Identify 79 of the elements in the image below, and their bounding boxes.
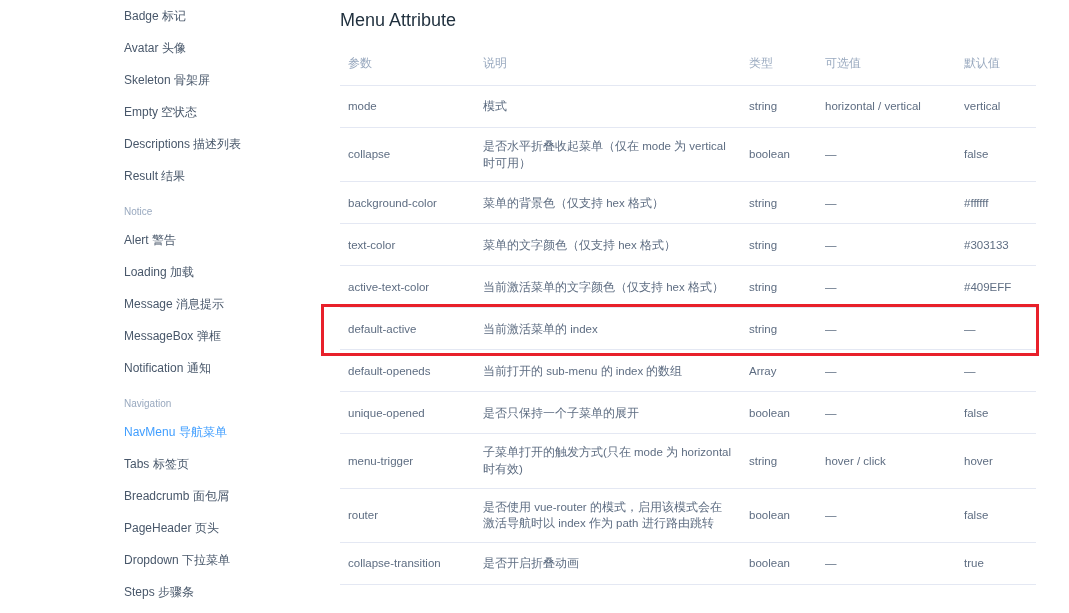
table-cell: collapse-transition xyxy=(340,543,475,586)
sidebar-item[interactable]: Skeleton 骨架屏 xyxy=(124,64,340,96)
table-cell: background-color xyxy=(340,182,475,225)
table-cell: boolean xyxy=(741,543,817,586)
table-cell: string xyxy=(741,224,817,267)
table-cell: 模式 xyxy=(475,86,741,128)
sidebar-item[interactable]: Breadcrumb 面包屑 xyxy=(124,480,340,512)
table-cell: default-active xyxy=(340,308,475,351)
section-title: Menu Attribute xyxy=(340,9,458,32)
table-cell: — xyxy=(817,266,956,309)
table-cell: 菜单的背景色（仅支持 hex 格式） xyxy=(475,182,741,225)
sidebar-item[interactable]: Steps 步骤条 xyxy=(124,576,340,608)
table-cell: — xyxy=(817,224,956,267)
table-cell: 是否只保持一个子菜单的展开 xyxy=(475,392,741,435)
table-cell: active-text-color xyxy=(340,266,475,309)
sidebar-item[interactable]: Badge 标记 xyxy=(124,0,340,32)
sidebar-item[interactable]: PageHeader 页头 xyxy=(124,512,340,544)
column-header: 类型 xyxy=(741,42,817,86)
table-cell: text-color xyxy=(340,224,475,267)
table-cell: — xyxy=(817,128,956,183)
sidebar-item[interactable]: Message 消息提示 xyxy=(124,288,340,320)
table-cell: hover xyxy=(956,434,1036,489)
table-cell: false xyxy=(956,392,1036,435)
sidebar-group-title: Navigation xyxy=(124,397,173,411)
table-cell: 是否使用 vue-router 的模式，启用该模式会在激活导航时以 index 作为 path 进行路由跳转 xyxy=(475,488,741,544)
table-cell: 菜单的文字颜色（仅支持 hex 格式） xyxy=(475,224,741,267)
column-header: 参数 xyxy=(340,42,475,86)
sidebar-item[interactable]: Descriptions 描述列表 xyxy=(124,128,340,160)
sidebar-item[interactable]: Loading 加载 xyxy=(124,256,340,288)
table-cell: horizontal / vertical xyxy=(817,86,956,128)
table-cell: #409EFF xyxy=(956,266,1036,309)
table-cell: false xyxy=(956,488,1036,544)
table-cell: string xyxy=(741,434,817,489)
table-cell: boolean xyxy=(741,128,817,183)
table-cell: boolean xyxy=(741,392,817,435)
table-cell: — xyxy=(817,308,956,351)
table-cell: string xyxy=(741,308,817,351)
table-cell: hover / click xyxy=(817,434,956,489)
table-cell: — xyxy=(956,350,1036,393)
sidebar-item[interactable]: Empty 空状态 xyxy=(124,96,340,128)
table-cell: 当前打开的 sub-menu 的 index 的数组 xyxy=(475,350,741,393)
table-cell: false xyxy=(956,128,1036,183)
sidebar-group-title: Notice xyxy=(124,205,154,219)
sidebar-item[interactable]: Result 结果 xyxy=(124,160,340,192)
sidebar-item[interactable]: Dropdown 下拉菜单 xyxy=(124,544,340,576)
sidebar-item[interactable]: Avatar 头像 xyxy=(124,32,340,64)
table-cell: — xyxy=(956,308,1036,351)
table-cell: 当前激活菜单的文字颜色（仅支持 hex 格式） xyxy=(475,266,741,309)
table-cell: string xyxy=(741,266,817,309)
table-cell: — xyxy=(817,488,956,544)
table-cell: string xyxy=(741,86,817,128)
table-cell: — xyxy=(817,392,956,435)
table-cell: — xyxy=(817,543,956,586)
table-cell: boolean xyxy=(741,488,817,544)
table-cell: true xyxy=(956,543,1036,586)
column-header: 说明 xyxy=(475,42,741,86)
column-header: 默认值 xyxy=(956,42,1036,86)
table-cell: 是否水平折叠收起菜单（仅在 mode 为 vertical 时可用） xyxy=(475,128,741,183)
table-cell: menu-trigger xyxy=(340,434,475,489)
table-cell: string xyxy=(741,182,817,225)
table-cell: 当前激活菜单的 index xyxy=(475,308,741,351)
table-cell: collapse xyxy=(340,128,475,183)
table-cell: vertical xyxy=(956,86,1036,128)
table-cell: router xyxy=(340,488,475,544)
sidebar-item[interactable]: Alert 警告 xyxy=(124,224,340,256)
sidebar-item[interactable]: Notification 通知 xyxy=(124,352,340,384)
table-cell: default-openeds xyxy=(340,350,475,393)
table-cell: 是否开启折叠动画 xyxy=(475,543,741,586)
table-cell: 子菜单打开的触发方式(只在 mode 为 horizontal 时有效) xyxy=(475,434,741,489)
table-cell: — xyxy=(817,182,956,225)
sidebar-item[interactable]: Tabs 标签页 xyxy=(124,448,340,480)
column-header: 可选值 xyxy=(817,42,956,86)
sidebar-item[interactable]: MessageBox 弹框 xyxy=(124,320,340,352)
table-cell: #ffffff xyxy=(956,182,1036,225)
table-cell: #303133 xyxy=(956,224,1036,267)
table-cell: mode xyxy=(340,86,475,128)
table-cell: unique-opened xyxy=(340,392,475,435)
table-cell: Array xyxy=(741,350,817,393)
table-cell: — xyxy=(817,350,956,393)
